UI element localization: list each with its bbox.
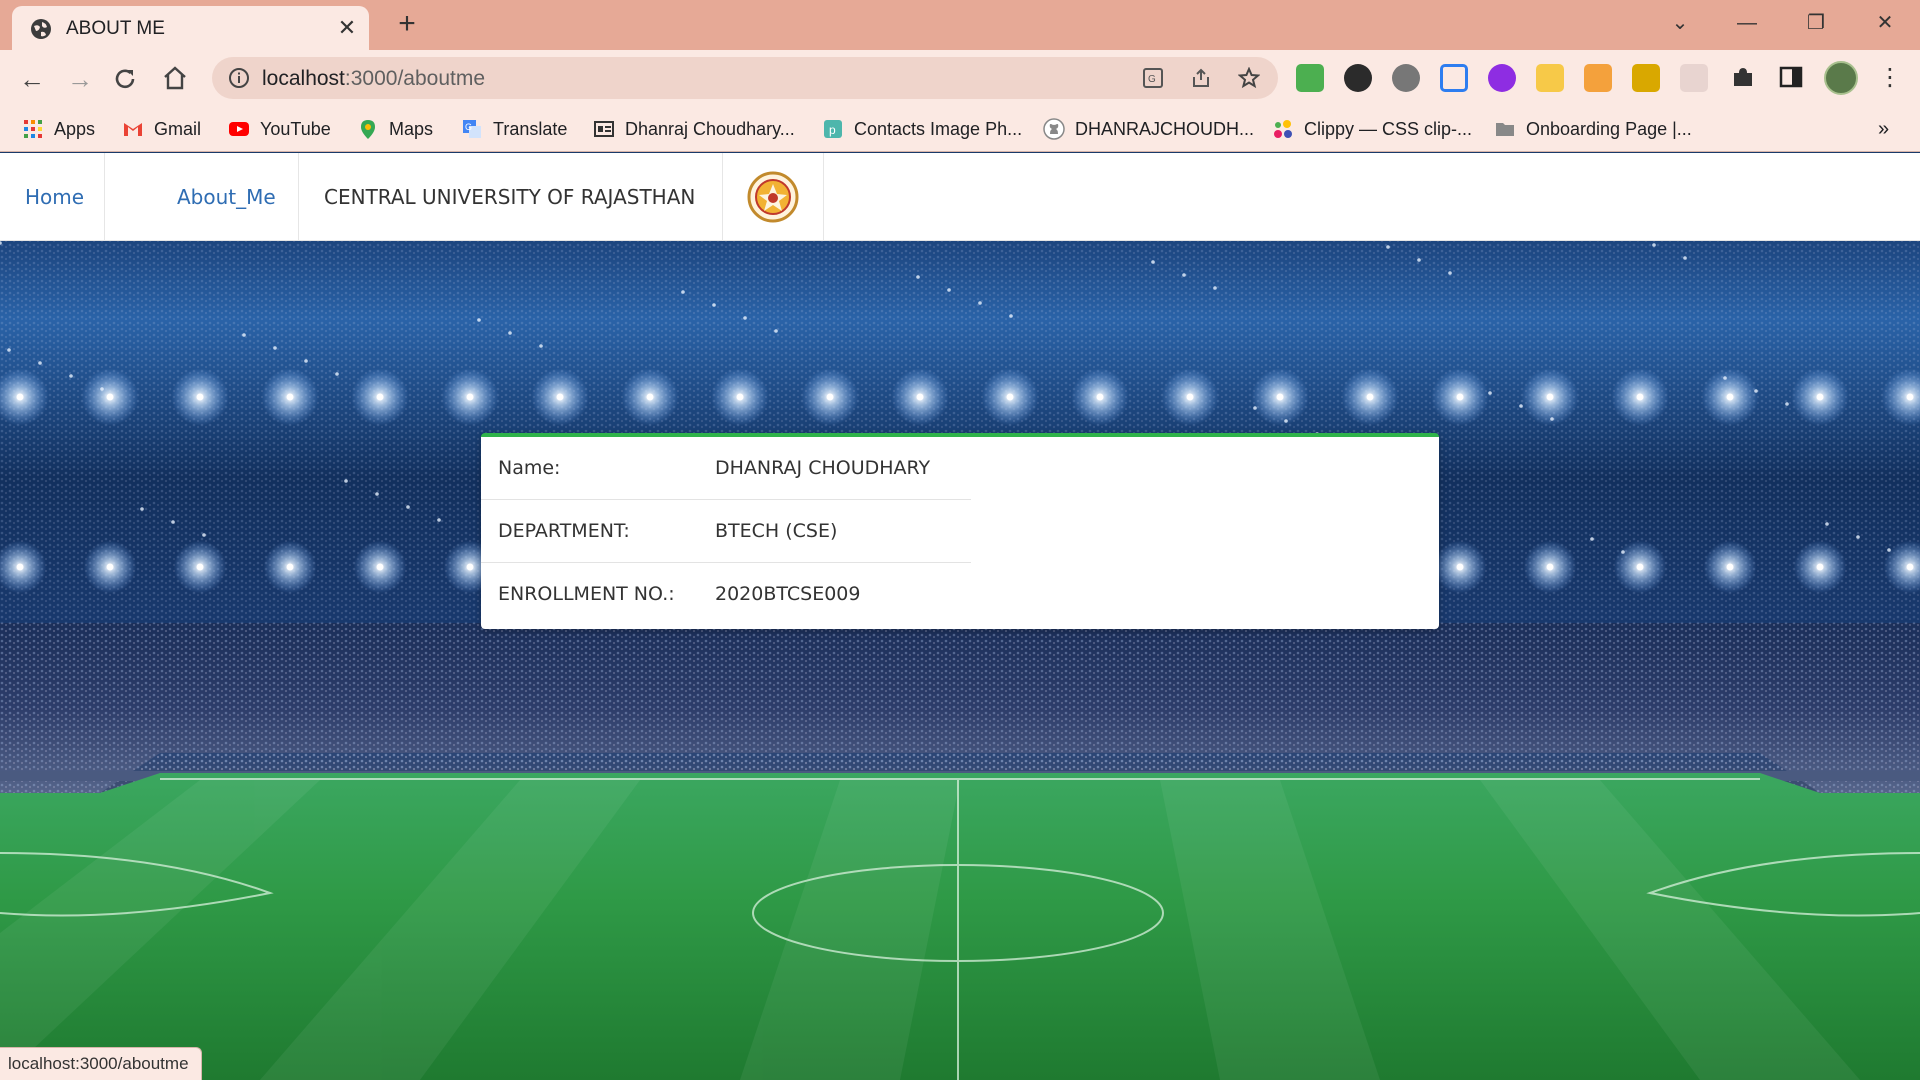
gmail-icon bbox=[124, 123, 142, 136]
profile-row-enrollment: ENROLLMENT NO.: 2020BTCSE009 bbox=[481, 563, 971, 626]
tab-title: ABOUT ME bbox=[66, 18, 165, 39]
university-name: CENTRAL UNIVERSITY OF RAJASTHAN bbox=[299, 153, 723, 241]
bookmark-dhanraj[interactable]: Dhanraj Choudhary... bbox=[593, 116, 795, 142]
clippy-icon bbox=[1274, 120, 1292, 138]
yellow-extension-icon[interactable] bbox=[1632, 64, 1660, 92]
globe-icon bbox=[31, 19, 51, 39]
orange-extension-icon[interactable] bbox=[1584, 64, 1612, 92]
bookmark-star-icon[interactable] bbox=[1238, 67, 1260, 89]
translate-icon: G bbox=[463, 120, 481, 138]
translate-page-icon[interactable]: G bbox=[1142, 67, 1164, 89]
page-viewport: Home About_Me CENTRAL UNIVERSITY OF RAJA… bbox=[0, 153, 1920, 1080]
department-value: BTECH (CSE) bbox=[715, 520, 838, 542]
maps-pin-icon bbox=[361, 120, 375, 139]
bookmarks-bar: Apps Gmail YouTube Maps G Translate Dhan… bbox=[0, 106, 1920, 152]
extensions-puzzle-icon[interactable] bbox=[1730, 64, 1756, 90]
active-tab[interactable]: ABOUT ME ✕ bbox=[12, 6, 369, 50]
share-icon[interactable] bbox=[1190, 67, 1212, 89]
profile-row-name: Name: DHANRAJ CHOUDHARY bbox=[481, 437, 971, 500]
site-info-icon[interactable] bbox=[228, 67, 250, 89]
github-icon bbox=[1043, 118, 1065, 140]
close-window-icon[interactable]: ✕ bbox=[1865, 8, 1905, 38]
folder-icon bbox=[1496, 123, 1514, 136]
copy-extension-icon[interactable] bbox=[1440, 64, 1468, 92]
nav-about-link[interactable]: About_Me bbox=[105, 153, 299, 241]
side-panel-icon[interactable] bbox=[1778, 64, 1804, 90]
reload-icon[interactable] bbox=[112, 66, 138, 92]
university-logo bbox=[723, 153, 824, 241]
enrollment-label: ENROLLMENT NO.: bbox=[498, 583, 675, 605]
url-text[interactable]: localhost:3000/aboutme bbox=[262, 67, 485, 91]
address-bar[interactable]: localhost:3000/aboutme G bbox=[212, 57, 1278, 99]
wand-extension-icon[interactable] bbox=[1536, 64, 1564, 92]
menu-kebab-icon[interactable]: ⋮ bbox=[1878, 64, 1902, 92]
id-card-icon bbox=[594, 121, 614, 137]
bookmark-onboarding[interactable]: Onboarding Page |... bbox=[1494, 116, 1692, 142]
purple-extension-icon[interactable] bbox=[1488, 64, 1516, 92]
svg-text:G: G bbox=[1148, 74, 1156, 85]
tab-strip: ABOUT ME ✕ + ⌄ — ❐ ✕ bbox=[0, 0, 1920, 50]
react-extension-icon[interactable] bbox=[1680, 64, 1708, 92]
html-extension-icon[interactable] bbox=[1296, 64, 1324, 92]
profile-card: Name: DHANRAJ CHOUDHARY DEPARTMENT: BTEC… bbox=[481, 433, 1439, 629]
contacts-icon: p bbox=[824, 120, 842, 138]
status-bar-url: localhost:3000/aboutme bbox=[0, 1047, 202, 1080]
bookmark-maps[interactable]: Maps bbox=[357, 116, 433, 142]
forward-icon[interactable]: → bbox=[63, 62, 97, 96]
apps-grid-icon bbox=[24, 120, 42, 138]
bookmark-translate[interactable]: G Translate bbox=[461, 116, 567, 142]
profile-avatar[interactable] bbox=[1824, 61, 1858, 95]
bookmark-clippy[interactable]: Clippy — CSS clip-... bbox=[1272, 116, 1472, 142]
site-navbar: Home About_Me CENTRAL UNIVERSITY OF RAJA… bbox=[0, 153, 1920, 241]
tab-search-icon[interactable]: ⌄ bbox=[1660, 8, 1700, 38]
restore-icon[interactable]: ❐ bbox=[1796, 8, 1836, 38]
new-tab-icon[interactable]: + bbox=[392, 9, 422, 40]
bookmark-github[interactable]: DHANRAJCHOUDH... bbox=[1043, 116, 1254, 142]
department-label: DEPARTMENT: bbox=[498, 520, 630, 542]
back-icon[interactable]: ← bbox=[15, 62, 49, 96]
name-label: Name: bbox=[498, 457, 561, 479]
more-bookmarks-icon[interactable]: » bbox=[1878, 116, 1889, 142]
nav-home-link[interactable]: Home bbox=[0, 153, 105, 241]
bookmark-youtube[interactable]: YouTube bbox=[228, 116, 331, 142]
bug-extension-icon[interactable] bbox=[1392, 64, 1420, 92]
bookmark-apps[interactable]: Apps bbox=[22, 116, 95, 142]
svg-text:p: p bbox=[829, 123, 836, 137]
mask-extension-icon[interactable] bbox=[1344, 64, 1372, 92]
minimize-icon[interactable]: — bbox=[1727, 8, 1767, 38]
university-seal-icon bbox=[747, 171, 799, 223]
bookmark-contacts[interactable]: p Contacts Image Ph... bbox=[822, 116, 1022, 142]
bookmark-gmail[interactable]: Gmail bbox=[122, 116, 201, 142]
profile-row-department: DEPARTMENT: BTECH (CSE) bbox=[481, 500, 971, 563]
home-icon[interactable] bbox=[162, 65, 188, 91]
enrollment-value: 2020BTCSE009 bbox=[715, 583, 861, 605]
youtube-icon bbox=[229, 122, 249, 136]
svg-text:G: G bbox=[465, 122, 472, 132]
tab-close-icon[interactable]: ✕ bbox=[334, 15, 360, 41]
name-value: DHANRAJ CHOUDHARY bbox=[715, 457, 931, 479]
